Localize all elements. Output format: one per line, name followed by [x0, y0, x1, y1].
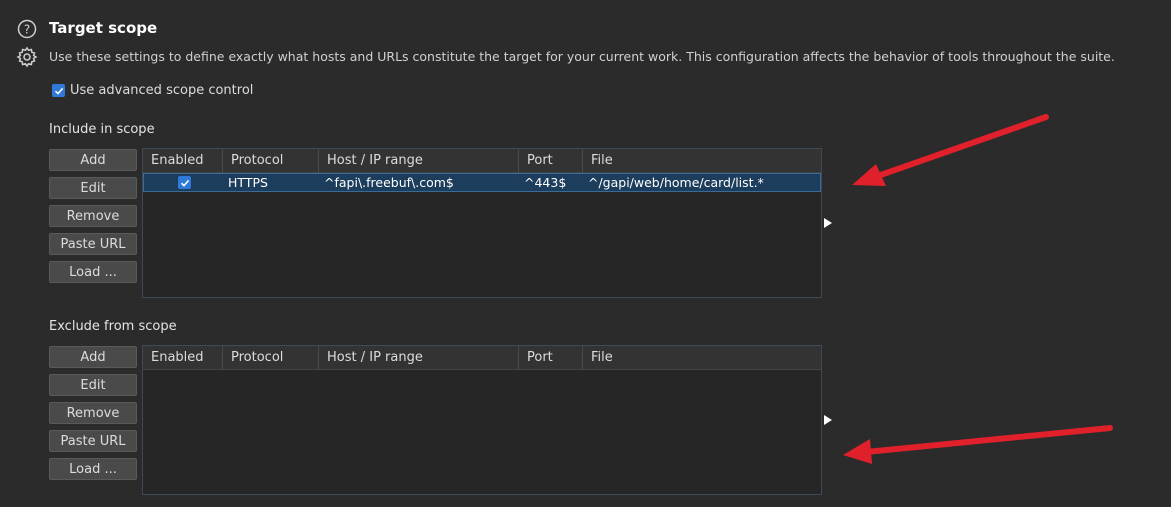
advanced-scope-checkbox[interactable] — [52, 84, 65, 97]
exclude-edit-button[interactable]: Edit — [49, 374, 137, 396]
include-load-button[interactable]: Load ... — [49, 261, 137, 283]
annotation-arrow — [843, 425, 1113, 464]
include-paste-url-button[interactable]: Paste URL — [49, 233, 137, 255]
column-port[interactable]: Port — [519, 346, 583, 370]
table-header: Enabled Protocol Host / IP range Port Fi… — [143, 346, 821, 370]
page-description: Use these settings to define exactly wha… — [49, 49, 1115, 64]
include-scope-table[interactable]: Enabled Protocol Host / IP range Port Fi… — [142, 148, 822, 298]
exclude-remove-button[interactable]: Remove — [49, 402, 137, 424]
column-host[interactable]: Host / IP range — [319, 346, 519, 370]
include-remove-button[interactable]: Remove — [49, 205, 137, 227]
column-enabled[interactable]: Enabled — [143, 149, 223, 173]
column-protocol[interactable]: Protocol — [223, 346, 319, 370]
column-enabled[interactable]: Enabled — [143, 346, 223, 370]
exclude-section-label: Exclude from scope — [49, 319, 177, 334]
page-title: Target scope — [49, 19, 158, 37]
row-protocol: HTTPS — [228, 175, 268, 190]
help-icon[interactable]: ? — [17, 19, 37, 39]
table-row[interactable]: HTTPS ^fapi\.freebuf\.com$ ^443$ ^/gapi/… — [143, 173, 821, 192]
row-host: ^fapi\.freebuf\.com$ — [324, 175, 454, 190]
include-add-button[interactable]: Add — [49, 149, 137, 171]
checkmark-icon — [54, 87, 63, 95]
exclude-scope-table[interactable]: Enabled Protocol Host / IP range Port Fi… — [142, 345, 822, 495]
include-edit-button[interactable]: Edit — [49, 177, 137, 199]
advanced-scope-label: Use advanced scope control — [70, 83, 254, 98]
table-header: Enabled Protocol Host / IP range Port Fi… — [143, 149, 821, 173]
column-port[interactable]: Port — [519, 149, 583, 173]
exclude-load-button[interactable]: Load ... — [49, 458, 137, 480]
column-protocol[interactable]: Protocol — [223, 149, 319, 173]
gear-icon[interactable] — [16, 46, 38, 68]
row-port: ^443$ — [524, 175, 567, 190]
column-file[interactable]: File — [583, 346, 821, 370]
column-host[interactable]: Host / IP range — [319, 149, 519, 173]
row-enabled-checkbox[interactable] — [178, 176, 191, 189]
expand-arrow-icon[interactable] — [824, 218, 832, 228]
expand-arrow-icon[interactable] — [824, 415, 832, 425]
svg-text:?: ? — [24, 23, 30, 37]
row-file: ^/gapi/web/home/card/list.* — [588, 175, 764, 190]
include-section-label: Include in scope — [49, 122, 155, 137]
exclude-paste-url-button[interactable]: Paste URL — [49, 430, 137, 452]
exclude-add-button[interactable]: Add — [49, 346, 137, 368]
checkmark-icon — [180, 179, 189, 187]
annotation-arrow — [852, 114, 1049, 186]
column-file[interactable]: File — [583, 149, 821, 173]
